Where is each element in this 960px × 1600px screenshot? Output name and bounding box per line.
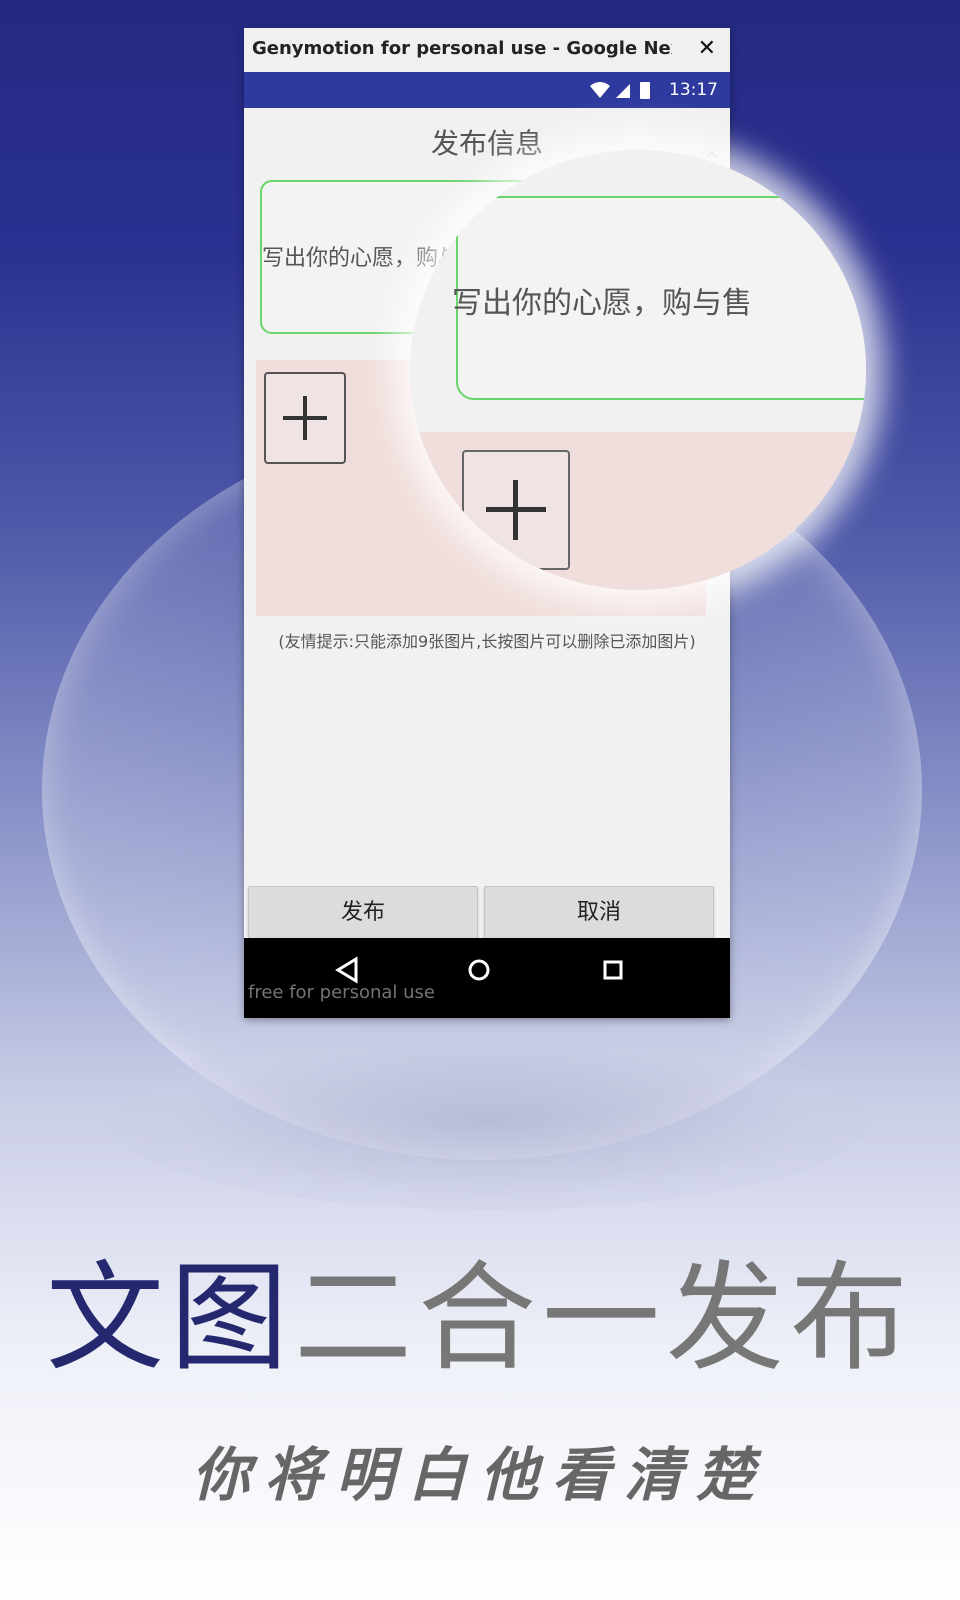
hint-text: (友情提示:只能添加9张图片,长按图片可以删除已添加图片) — [278, 632, 696, 651]
headline-gray-part: 二合一发布 — [294, 1249, 915, 1387]
status-time: 13:17 — [669, 80, 718, 100]
magnifier-overlay: 写出你的心愿，购与售 — [410, 150, 866, 590]
status-icons — [588, 80, 658, 104]
magnified-placeholder: 写出你的心愿，购与售 — [452, 286, 752, 321]
wifi-signal-battery-icon — [590, 82, 650, 99]
watermark-text: free for personal use — [248, 982, 435, 1003]
plus-icon — [486, 480, 546, 540]
background-ellipse — [110, 1030, 870, 1210]
add-image-button[interactable] — [264, 372, 346, 464]
promo-headline: 文图二合一发布 — [0, 1222, 960, 1393]
close-icon[interactable]: ✕ — [698, 36, 716, 61]
navigation-bar: free for personal use — [244, 938, 730, 1018]
recents-icon[interactable] — [600, 956, 626, 988]
promo-tagline: 你将明白他看清楚 — [191, 1441, 768, 1509]
publish-button[interactable]: 发布 — [248, 886, 478, 940]
home-icon[interactable] — [466, 956, 492, 988]
magnifier-content: 写出你的心愿，购与售 — [410, 150, 866, 590]
window-title: Genymotion for personal use - Google Nex… — [252, 38, 672, 59]
magnified-add-button — [462, 450, 570, 570]
window-titlebar: Genymotion for personal use - Google Nex… — [244, 28, 730, 73]
plus-icon — [283, 396, 327, 440]
cancel-button[interactable]: 取消 — [484, 886, 714, 940]
status-bar: 13:17 — [244, 72, 730, 108]
headline-blue-part: 文图 — [45, 1249, 294, 1387]
